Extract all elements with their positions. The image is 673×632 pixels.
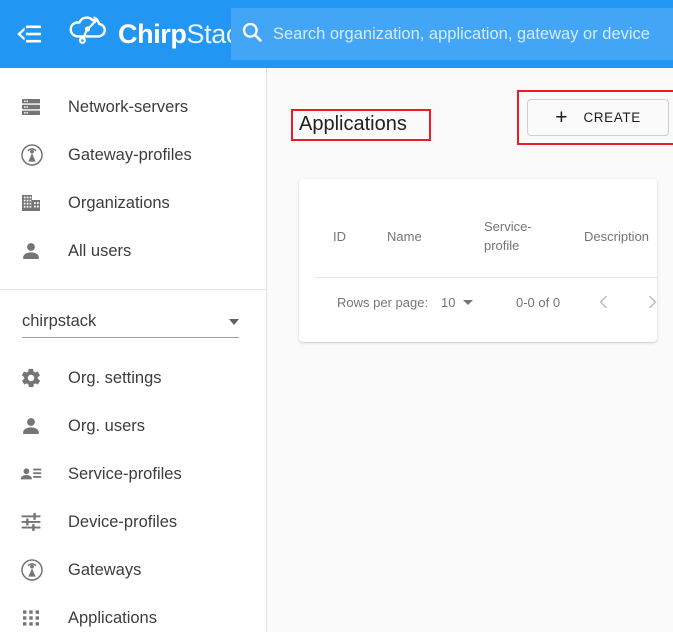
server-rack-icon — [20, 96, 54, 118]
sidebar-item-service-profiles[interactable]: Service-profiles — [0, 450, 266, 498]
sidebar-item-applications[interactable]: Applications — [0, 594, 266, 632]
column-header-description[interactable]: Description — [584, 227, 649, 246]
sidebar-item-label: Device-profiles — [68, 512, 178, 531]
antenna-router-icon — [20, 143, 54, 167]
applications-table-card: ID Name Service-profile Description Rows… — [299, 179, 657, 342]
column-header-id[interactable]: ID — [333, 227, 346, 246]
rows-per-page-select[interactable]: 10 — [441, 294, 474, 310]
organization-select-value: chirpstack — [22, 312, 97, 330]
chirpstack-cloud-antenna-logo — [64, 12, 112, 57]
gear-icon — [20, 367, 54, 389]
pagination-range-label: 0-0 of 0 — [516, 294, 561, 310]
table-pagination: Rows per page: 10 0-0 of 0 — [299, 278, 657, 326]
organization-select[interactable]: chirpstack — [22, 306, 239, 338]
brand[interactable]: ChirpStack — [64, 0, 252, 68]
table-header-row: ID Name Service-profile Description — [299, 179, 657, 277]
sidebar-item-label: Network-servers — [68, 97, 189, 116]
person-list-icon — [20, 463, 54, 485]
chevron-down-icon — [229, 318, 239, 325]
rows-per-page-label: Rows per page: — [337, 294, 429, 310]
sidebar-item-device-profiles[interactable]: Device-profiles — [0, 498, 266, 546]
column-header-service-profile[interactable]: Service-profile — [484, 217, 540, 255]
next-page-button[interactable] — [639, 289, 657, 315]
sidebar-item-label: All users — [68, 241, 132, 260]
tune-sliders-icon — [20, 511, 54, 533]
create-button-label: CREATE — [583, 110, 641, 125]
organization-select-wrapper: chirpstack — [0, 290, 266, 338]
apps-grid-icon — [20, 607, 54, 629]
sidebar-item-organizations[interactable]: Organizations — [0, 179, 266, 227]
sidebar-item-label: Gateways — [68, 560, 142, 579]
page-title: Applications — [299, 113, 407, 135]
previous-page-button[interactable] — [591, 289, 617, 315]
search-icon — [241, 21, 263, 48]
chevron-down-icon — [463, 299, 474, 305]
chevron-right-icon — [649, 295, 657, 309]
menu-open-collapse-icon[interactable] — [0, 0, 58, 68]
main-content: Applications + CREATE ID Name Service-pr… — [267, 68, 673, 632]
sidebar-org-section: Org. settings Org. users Service-profile… — [0, 338, 266, 632]
building-icon — [20, 192, 54, 214]
sidebar-global-section: Network-servers Gateway-profiles Organiz… — [0, 68, 266, 275]
antenna-router-icon — [20, 558, 54, 582]
brand-title-strong: Chirp — [118, 18, 187, 49]
sidebar-item-gateways[interactable]: Gateways — [0, 546, 266, 594]
page-header: Applications + CREATE — [267, 68, 673, 145]
search-input[interactable] — [273, 19, 673, 49]
sidebar-item-label: Org. users — [68, 416, 146, 435]
sidebar-item-network-servers[interactable]: Network-servers — [0, 83, 266, 131]
person-icon — [20, 240, 54, 262]
chirpstack-app-window: ChirpStack Search organization, applicat… — [0, 0, 673, 632]
plus-icon: + — [555, 106, 568, 129]
person-icon — [20, 415, 54, 437]
sidebar-item-label: Service-profiles — [68, 464, 182, 483]
sidebar-item-label: Organizations — [68, 193, 170, 212]
sidebar-item-org-users[interactable]: Org. users — [0, 402, 266, 450]
global-search[interactable] — [231, 8, 673, 60]
top-app-bar: ChirpStack — [0, 0, 673, 68]
create-button[interactable]: + CREATE — [527, 99, 669, 136]
rows-per-page-value: 10 — [441, 294, 456, 310]
sidebar-item-label: Applications — [68, 608, 157, 627]
sidebar: Network-servers Gateway-profiles Organiz… — [0, 68, 267, 632]
chevron-left-icon — [599, 295, 607, 309]
sidebar-item-label: Org. settings — [68, 368, 162, 387]
column-header-name[interactable]: Name — [387, 227, 422, 246]
sidebar-item-all-users[interactable]: All users — [0, 227, 266, 275]
sidebar-item-gateway-profiles[interactable]: Gateway-profiles — [0, 131, 266, 179]
sidebar-item-label: Gateway-profiles — [68, 145, 192, 164]
sidebar-item-org-settings[interactable]: Org. settings — [0, 354, 266, 402]
